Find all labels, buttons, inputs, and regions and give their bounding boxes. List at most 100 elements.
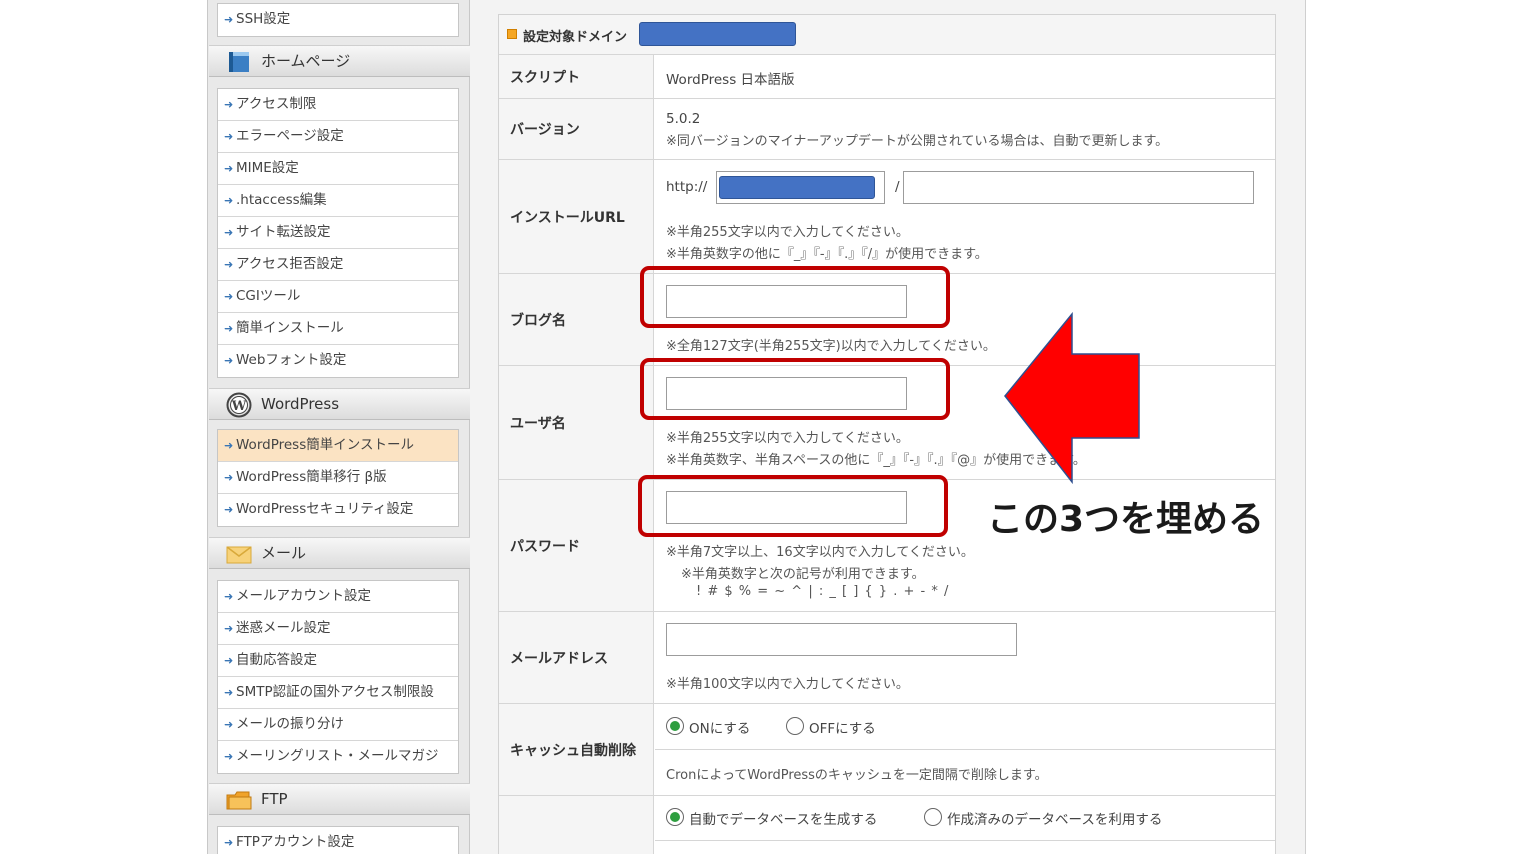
sidebar-item-label: WordPressセキュリティ設定 [236, 501, 414, 517]
menu-group-ssh: ➜ SSH設定 [217, 3, 459, 37]
sidebar-item-label: Webフォント設定 [236, 352, 347, 368]
sidebar-item-auto-reply[interactable]: ➜ 自動応答設定 [218, 645, 458, 677]
sidebar-item-cgi-tools[interactable]: ➜ CGIツール [218, 281, 458, 313]
cache-off-label[interactable]: OFFにする [809, 717, 876, 737]
row-email: メールアドレス ※半角100文字以内で入力してください。 [499, 612, 1275, 704]
cache-note: CronによってWordPressのキャッシュを一定間隔で削除します。 [666, 768, 1048, 783]
sidebar-item-smtp-restriction[interactable]: ➜ SMTP認証の国外アクセス制限設 [218, 677, 458, 709]
user-name-label: ユーザ名 [510, 415, 566, 432]
sidebar-item-htaccess[interactable]: ➜ .htaccess編集 [218, 185, 458, 217]
row-header: ユーザ名 [499, 366, 654, 479]
menu-group-ftp: ➜ FTPアカウント設定 [217, 826, 459, 854]
section-title: WordPress [261, 395, 340, 413]
install-url-note-chars: ※半角英数字の他に『_』『-』『.』『/』が使用できます。 [666, 247, 988, 262]
sidebar-item-access-restriction[interactable]: ➜ アクセス制限 [218, 89, 458, 121]
sidebar-item-label: 簡単インストール [236, 320, 344, 336]
menu-group-wordpress: ➜ WordPress簡単インストール ➜ WordPress簡単移行 β版 ➜ Wo… [217, 429, 459, 527]
pointer-arrow-icon [1004, 312, 1140, 485]
row-header: キャッシュ自動削除 [499, 704, 654, 795]
password-input[interactable] [666, 491, 907, 524]
sidebar-item-label: CGIツール [236, 288, 301, 304]
domain-label: 設定対象ドメイン [523, 30, 628, 45]
sidebar-item-label: メーリングリスト・メールマガジ [236, 748, 439, 764]
sidebar-item-wp-security[interactable]: ➜ WordPressセキュリティ設定 [218, 494, 458, 526]
sidebar-item-access-deny[interactable]: ➜ アクセス拒否設定 [218, 249, 458, 281]
row-header: スクリプト [499, 55, 654, 98]
sidebar-item-site-redirect[interactable]: ➜ サイト転送設定 [218, 217, 458, 249]
sidebar: ➜ SSH設定 ホームページ ➜ アクセス制限 ➜ エラーページ設定 ➜ MIME設定 … [207, 0, 470, 854]
sidebar-item-mailing-list[interactable]: ➜ メーリングリスト・メールマガジ [218, 741, 458, 773]
url-prefix: http:// [666, 179, 708, 195]
section-header-wordpress: W WordPress [209, 388, 470, 420]
cache-divider [655, 749, 1275, 750]
url-separator: / [895, 179, 900, 195]
email-input[interactable] [666, 623, 1017, 656]
section-header-ftp: FTP [209, 783, 470, 815]
row-header: メールアドレス [499, 612, 654, 703]
sidebar-item-mail-account[interactable]: ➜ メールアカウント設定 [218, 581, 458, 613]
install-path-input[interactable] [903, 171, 1254, 204]
user-name-note-length: ※半角255文字以内で入力してください。 [666, 431, 909, 446]
blog-name-label: ブログ名 [510, 312, 566, 329]
password-note-length: ※半角7文字以上、16文字以内で入力してください。 [666, 545, 974, 560]
database-divider [655, 840, 1275, 841]
cache-off-radio[interactable] [786, 717, 804, 735]
sidebar-item-wp-easy-install[interactable]: ➜ WordPress簡単インストール [218, 430, 458, 462]
redacted-domain [719, 176, 875, 199]
row-header: ブログ名 [499, 274, 654, 365]
sidebar-item-error-page[interactable]: ➜ エラーページ設定 [218, 121, 458, 153]
row-header: パスワード [499, 480, 654, 611]
row-header: バージョン [499, 99, 654, 159]
row-user-name: ユーザ名 ※半角255文字以内で入力してください。 ※半角英数字、半角スペースの… [499, 366, 1275, 480]
password-note-chars: ※半角英数字と次の記号が利用できます。 [681, 567, 925, 582]
sidebar-item-mime[interactable]: ➜ MIME設定 [218, 153, 458, 185]
version-value: 5.0.2 [666, 111, 701, 127]
sidebar-item-label: WordPress簡単移行 β版 [236, 469, 387, 485]
db-existing-label[interactable]: 作成済みのデータベースを利用する [947, 808, 1162, 828]
redacted-domain [639, 22, 796, 46]
sidebar-item-web-font[interactable]: ➜ Webフォント設定 [218, 345, 458, 377]
db-existing-radio[interactable] [924, 808, 942, 826]
section-header-mail: メール [209, 537, 470, 569]
sidebar-item-easy-install[interactable]: ➜ 簡単インストール [218, 313, 458, 345]
user-name-input[interactable] [666, 377, 907, 410]
install-url-label: インストールURL [510, 209, 625, 226]
domain-header-row: 設定対象ドメイン [499, 15, 1275, 55]
install-url-note-length: ※半角255文字以内で入力してください。 [666, 225, 909, 240]
cache-on-label[interactable]: ONにする [689, 717, 750, 737]
sidebar-item-label: メールの振り分け [236, 716, 344, 732]
row-cache: キャッシュ自動削除 ONにする OFFにする CronによってWordPress… [499, 704, 1275, 796]
cache-label: キャッシュ自動削除 [510, 742, 636, 759]
db-auto-radio[interactable] [666, 808, 684, 826]
sidebar-item-label: SMTP認証の国外アクセス制限設 [236, 684, 434, 700]
script-label: スクリプト [510, 69, 580, 86]
sidebar-item-label: MIME設定 [236, 160, 299, 176]
sidebar-item-label: アクセス拒否設定 [236, 256, 344, 272]
sidebar-item-label: FTPアカウント設定 [236, 834, 355, 850]
section-header-homepage: ホームページ [209, 45, 470, 77]
sidebar-item-spam[interactable]: ➜ 迷惑メール設定 [218, 613, 458, 645]
row-script: スクリプト WordPress 日本語版 [499, 55, 1275, 99]
sidebar-item-ssh[interactable]: ➜ SSH設定 [218, 4, 458, 36]
password-allowed-symbols: ! # $ % = ~ ^ | : _ [ ] { } . + - * / [696, 584, 950, 599]
cache-on-radio[interactable] [666, 717, 684, 735]
install-form-table: 設定対象ドメイン スクリプト WordPress 日本語版 バージョン 5.0.… [498, 14, 1276, 854]
sidebar-item-mail-filter[interactable]: ➜ メールの振り分け [218, 709, 458, 741]
ftp-folder-icon [226, 791, 252, 810]
section-marker-icon [507, 29, 517, 39]
db-auto-label[interactable]: 自動でデータベースを生成する [689, 808, 877, 828]
section-title: メール [261, 544, 307, 562]
sidebar-item-wp-migration[interactable]: ➜ WordPress簡単移行 β版 [218, 462, 458, 494]
mail-envelope-icon [226, 546, 252, 564]
version-label: バージョン [510, 122, 580, 138]
callout-text: この3つを埋める [987, 499, 1265, 540]
domain-select[interactable] [716, 171, 885, 204]
sidebar-item-ftp-account[interactable]: ➜ FTPアカウント設定 [218, 827, 458, 854]
section-title: FTP [261, 790, 288, 808]
menu-group-homepage: ➜ アクセス制限 ➜ エラーページ設定 ➜ MIME設定 ➜ .htaccess編集 ➜… [217, 88, 459, 378]
sidebar-item-label: アクセス制限 [236, 96, 317, 112]
blog-name-note: ※全角127文字(半角255文字)以内で入力してください。 [666, 339, 996, 354]
sidebar-item-label: エラーページ設定 [236, 128, 344, 144]
sidebar-item-label: 迷惑メール設定 [236, 620, 331, 636]
blog-name-input[interactable] [666, 285, 907, 318]
